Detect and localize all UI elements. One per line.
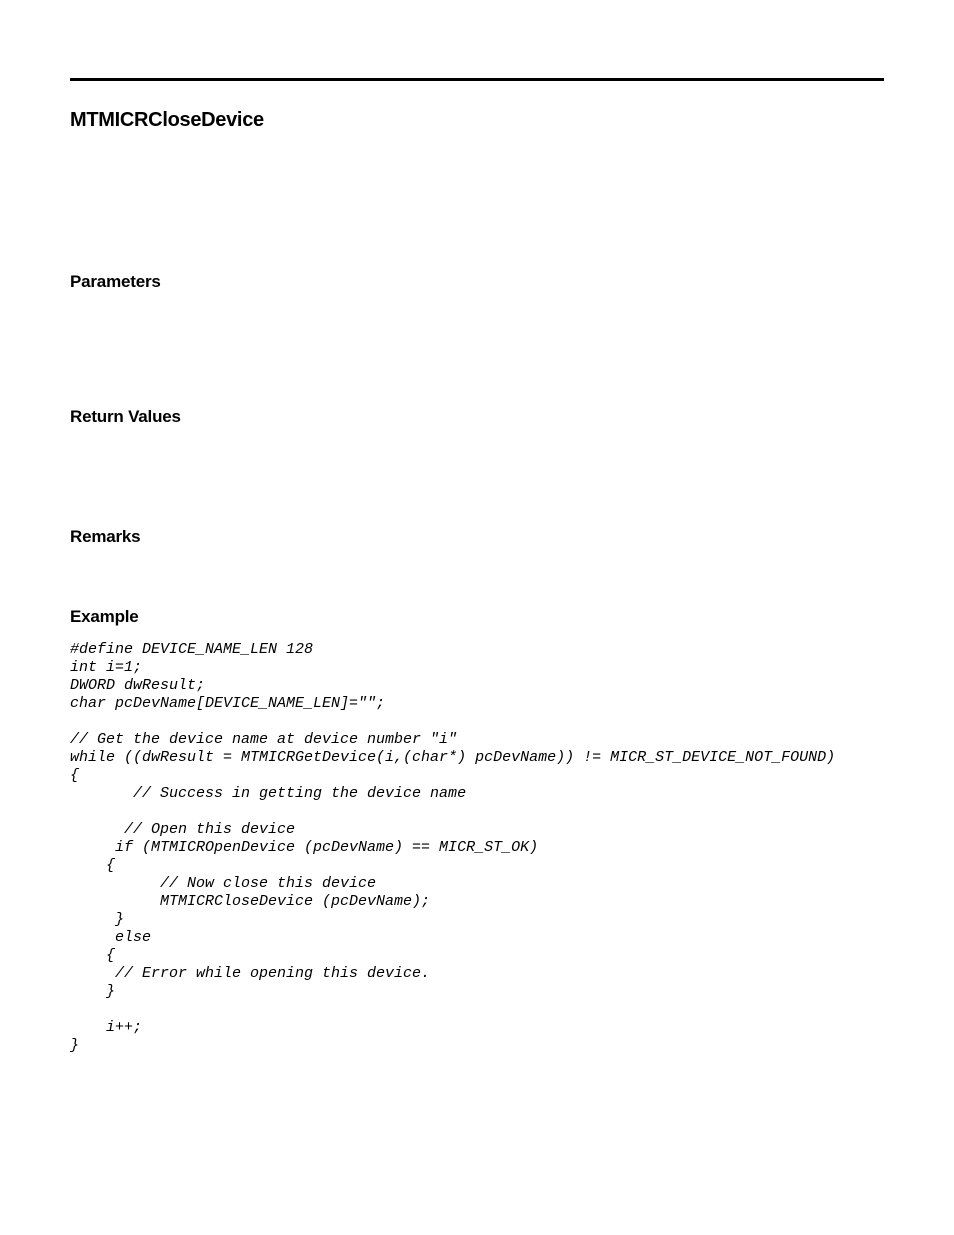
section-heading-parameters: Parameters — [70, 272, 884, 292]
top-rule — [70, 78, 884, 81]
document-page: MTMICRCloseDevice Parameters Return Valu… — [0, 0, 954, 1125]
section-heading-remarks: Remarks — [70, 527, 884, 547]
code-block: #define DEVICE_NAME_LEN 128 int i=1; DWO… — [70, 641, 884, 1055]
section-heading-return-values: Return Values — [70, 407, 884, 427]
section-heading-example: Example — [70, 607, 884, 627]
page-title: MTMICRCloseDevice — [70, 109, 884, 132]
